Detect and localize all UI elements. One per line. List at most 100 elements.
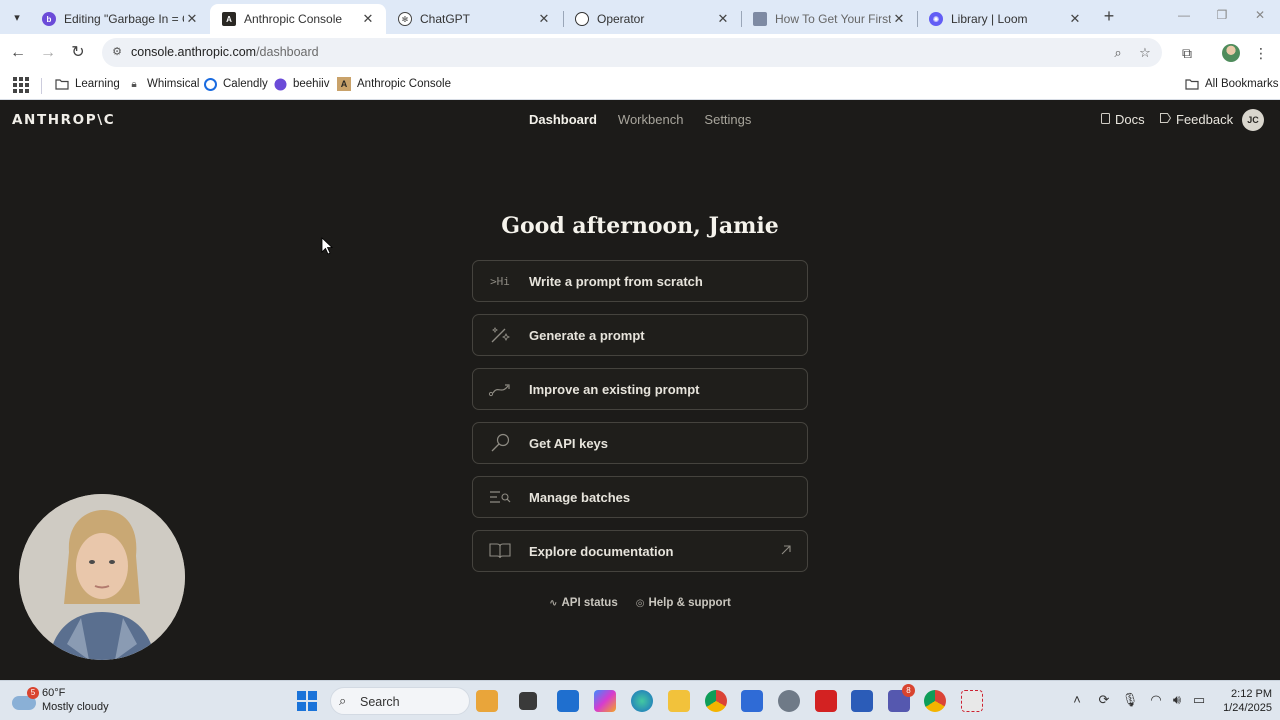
- acrobat-icon[interactable]: [815, 690, 837, 712]
- sync-icon[interactable]: ⟳: [1095, 692, 1113, 708]
- webcam-person-image: [19, 494, 185, 660]
- chrome-profile-icon[interactable]: [924, 690, 946, 712]
- chatgpt-icon: ✻: [398, 12, 412, 26]
- menu-kebab-icon[interactable]: ⋮: [1251, 43, 1271, 63]
- restore-window-icon[interactable]: ❐: [1212, 8, 1232, 26]
- bookmark-label: Whimsical: [147, 78, 200, 90]
- explore-documentation-card[interactable]: Explore documentation: [472, 530, 808, 572]
- settings-gear-icon[interactable]: [778, 690, 800, 712]
- browser-tab[interactable]: How To Get Your First 1,00 ✕: [741, 4, 917, 34]
- browser-tab[interactable]: Operator ✕: [563, 4, 741, 34]
- folder-icon: [1185, 77, 1199, 91]
- minimize-window-icon[interactable]: —: [1174, 8, 1194, 26]
- system-clock[interactable]: 2:12 PM 1/24/2025: [1222, 687, 1272, 715]
- windows-start-icon[interactable]: [297, 691, 317, 711]
- docs-link[interactable]: Docs: [1101, 112, 1145, 127]
- beehiiv-icon: b: [42, 12, 56, 26]
- site-info-icon[interactable]: ⚙: [110, 45, 124, 59]
- close-tab-icon[interactable]: ✕: [891, 11, 907, 27]
- tab-title: Operator: [597, 12, 645, 26]
- anthropic-icon: A: [222, 12, 236, 26]
- external-link-arrow-icon: [779, 543, 793, 557]
- address-bar[interactable]: ⚙ console.anthropic.com/dashboard ⌕ ☆: [102, 38, 1162, 67]
- taskbar-search[interactable]: ⌕ Search: [330, 687, 470, 715]
- improve-curve-icon: [487, 379, 513, 399]
- nav-settings[interactable]: Settings: [704, 112, 751, 127]
- snipping-tool-icon[interactable]: [961, 690, 983, 712]
- browser-tab-active[interactable]: A Anthropic Console ✕: [210, 4, 386, 34]
- bookmark-label: Learning: [75, 78, 120, 90]
- zoom-magnifier-icon[interactable]: ⌕: [1110, 45, 1126, 61]
- card-label: Write a prompt from scratch: [529, 274, 703, 289]
- browser-tab[interactable]: ✻ ChatGPT ✕: [386, 4, 562, 34]
- bookmark-star-icon[interactable]: ☆: [1137, 45, 1153, 61]
- tab-title: ChatGPT: [420, 12, 471, 26]
- teams-icon[interactable]: 8: [888, 684, 915, 712]
- bookmark-item[interactable]: A Anthropic Console: [337, 77, 451, 91]
- nav-workbench[interactable]: Workbench: [618, 112, 684, 127]
- url-text: console.anthropic.com/dashboard: [131, 45, 319, 59]
- generate-prompt-card[interactable]: Generate a prompt: [472, 314, 808, 356]
- bookmark-item[interactable]: beehiiv: [273, 77, 329, 91]
- user-avatar[interactable]: JC: [1242, 109, 1264, 131]
- forward-arrow-icon[interactable]: →: [38, 43, 58, 63]
- browser-tab[interactable]: b Editing "Garbage In = Garb ✕: [30, 4, 210, 34]
- get-api-keys-card[interactable]: Get API keys: [472, 422, 808, 464]
- word-icon[interactable]: [851, 690, 873, 712]
- app-window-icon[interactable]: [519, 692, 537, 710]
- close-tab-icon[interactable]: ✕: [536, 11, 552, 27]
- bookmark-item[interactable]: 🔒︎ Whimsical: [127, 77, 199, 91]
- close-tab-icon[interactable]: ✕: [1067, 11, 1083, 27]
- wifi-icon[interactable]: ◠: [1147, 692, 1165, 708]
- profile-avatar-icon[interactable]: [1222, 44, 1240, 62]
- calendar-app-icon[interactable]: [741, 690, 763, 712]
- book-icon: [487, 541, 513, 561]
- browser-tab[interactable]: ✺ Library | Loom ✕: [917, 4, 1093, 34]
- close-tab-icon[interactable]: ✕: [715, 11, 731, 27]
- briefcase-app-icon[interactable]: [476, 690, 498, 712]
- teams-badge: 8: [902, 684, 915, 697]
- bookmark-item[interactable]: Learning: [55, 77, 120, 91]
- tab-title: Editing "Garbage In = Garb: [64, 12, 184, 26]
- write-prompt-card[interactable]: >Hi Write a prompt from scratch: [472, 260, 808, 302]
- api-status-link[interactable]: ∿ API status: [549, 597, 618, 609]
- close-tab-icon[interactable]: ✕: [360, 11, 376, 27]
- operator-icon: [575, 12, 589, 26]
- volume-icon[interactable]: 🔊︎: [1168, 692, 1186, 708]
- close-window-icon[interactable]: ✕: [1250, 8, 1270, 26]
- weather-badge: 5: [27, 687, 39, 699]
- weather-text: 60°F Mostly cloudy: [42, 687, 109, 713]
- outlook-icon[interactable]: [557, 690, 579, 712]
- nav-dashboard[interactable]: Dashboard: [529, 112, 597, 127]
- close-tab-icon[interactable]: ✕: [184, 11, 200, 27]
- anthropic-icon: A: [337, 77, 351, 91]
- feedback-button[interactable]: Feedback: [1160, 112, 1233, 127]
- search-icon: ⌕: [339, 693, 347, 708]
- reload-icon[interactable]: ↻: [68, 43, 88, 63]
- all-bookmarks[interactable]: All Bookmarks: [1185, 77, 1279, 91]
- help-support-link[interactable]: ◎ Help & support: [636, 597, 731, 609]
- improve-prompt-card[interactable]: Improve an existing prompt: [472, 368, 808, 410]
- anthropic-logo[interactable]: ANTHROP\C: [12, 112, 115, 128]
- back-arrow-icon[interactable]: ←: [8, 43, 28, 63]
- webcam-bubble: [19, 494, 185, 660]
- manage-batches-card[interactable]: Manage batches: [472, 476, 808, 518]
- docs-label: Docs: [1115, 112, 1145, 127]
- show-hidden-icons-chevron-icon[interactable]: ˄: [1068, 692, 1086, 707]
- extensions-puzzle-icon[interactable]: ⧉: [1177, 43, 1197, 63]
- bookmarks-bar: Learning 🔒︎ Whimsical Calendly beehiiv A…: [0, 71, 1280, 100]
- new-tab-plus-icon[interactable]: +: [1100, 7, 1118, 26]
- edge-icon[interactable]: [631, 690, 653, 712]
- apps-grid-icon[interactable]: [13, 77, 29, 93]
- bookmark-label: All Bookmarks: [1205, 78, 1279, 90]
- file-explorer-icon[interactable]: [668, 690, 690, 712]
- pulse-icon: ∿: [549, 597, 558, 609]
- bookmark-item[interactable]: Calendly: [203, 77, 268, 91]
- microphone-icon[interactable]: 🎙︎: [1121, 692, 1139, 708]
- copilot-icon[interactable]: [594, 690, 616, 712]
- tab-search-chevron-icon[interactable]: ▾: [6, 7, 28, 27]
- api-status-label: API status: [561, 597, 618, 609]
- battery-icon[interactable]: ▭: [1190, 692, 1208, 708]
- card-label: Improve an existing prompt: [529, 382, 700, 397]
- chrome-icon[interactable]: [705, 690, 727, 712]
